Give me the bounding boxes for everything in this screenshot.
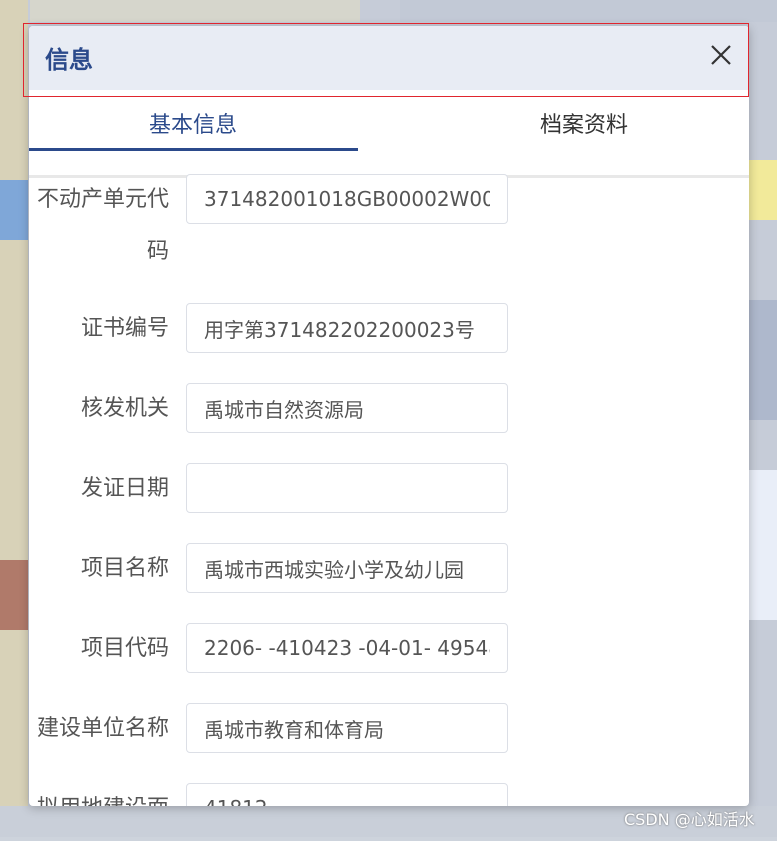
form-row-issuing-authority: 核发机关: [29, 383, 749, 435]
field-label: 证书编号: [80, 316, 169, 341]
form-row-certificate-no: 证书编号: [29, 303, 749, 355]
active-tab-indicator: [29, 148, 358, 151]
unit-code-field[interactable]: [186, 174, 508, 224]
certificate-no-field[interactable]: [186, 303, 508, 353]
issue-date-field[interactable]: [186, 463, 508, 513]
field-label: 拟用地建设面: [29, 783, 169, 806]
dialog-title: 信息: [45, 46, 93, 74]
tab-archive-materials[interactable]: 档案资料: [399, 106, 749, 146]
close-icon: [711, 45, 731, 65]
dialog-header: 信息: [29, 26, 749, 90]
tab-bar: 基本信息 档案资料: [29, 90, 749, 178]
issuing-authority-field[interactable]: [186, 383, 508, 433]
field-label: 项目名称: [80, 556, 169, 581]
form-row-project-code: 项目代码: [29, 623, 749, 675]
form-row-planned-area: 拟用地建设面: [29, 783, 749, 806]
field-label: 建设单位名称: [36, 716, 169, 741]
close-button[interactable]: [705, 39, 737, 71]
field-label: 发证日期: [80, 476, 169, 501]
project-name-field[interactable]: [186, 543, 508, 593]
watermark: CSDN @心如活水: [624, 810, 755, 829]
builder-field[interactable]: [186, 703, 508, 753]
tab-basic-info[interactable]: 基本信息: [29, 106, 357, 146]
form-row-unit-code: 不动产单元代码: [29, 174, 749, 284]
field-label: 核发机关: [80, 396, 169, 421]
project-code-field[interactable]: [186, 623, 508, 673]
planned-area-field[interactable]: [186, 783, 508, 806]
form-row-builder: 建设单位名称: [29, 703, 749, 755]
scrollbar[interactable]: [743, 178, 749, 806]
form-row-issue-date: 发证日期: [29, 463, 749, 515]
info-dialog: 信息 基本信息 档案资料 不动产单元代码 证书编号 核发机关 发证日期 项目名称: [29, 26, 749, 806]
form-row-project-name: 项目名称: [29, 543, 749, 595]
field-label-text: 不动产单元代码: [36, 187, 169, 264]
field-label: 项目代码: [80, 636, 169, 661]
field-label: 不动产单元代码: [29, 174, 169, 278]
